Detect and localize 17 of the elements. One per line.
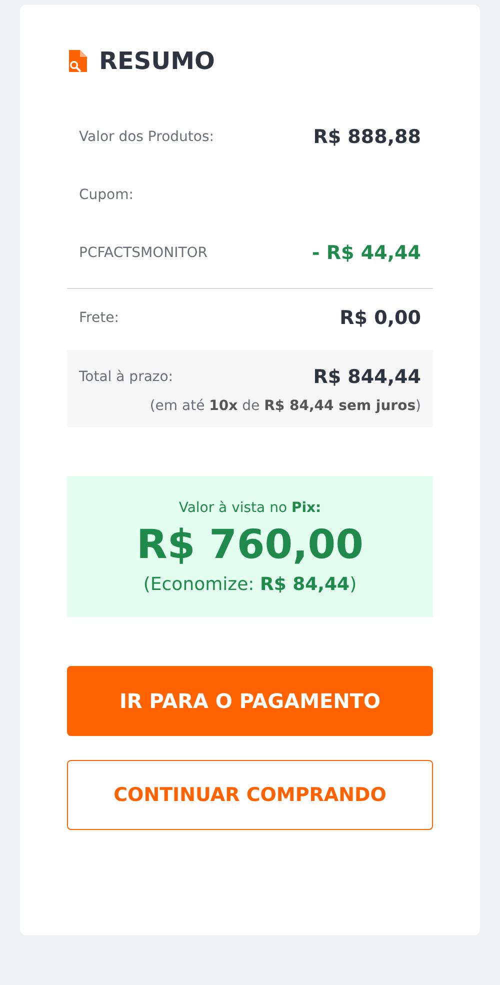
coupon-code: PCFACTSMONITOR bbox=[79, 245, 208, 261]
pix-caption: Valor à vista no Pix: bbox=[178, 500, 322, 516]
summary-title: RESUMO bbox=[99, 47, 215, 75]
total-label: Total à prazo: bbox=[79, 369, 174, 385]
line-label: Frete: bbox=[79, 310, 119, 326]
line-label: Valor dos Produtos: bbox=[79, 129, 214, 145]
total-value: R$ 844,44 bbox=[313, 366, 421, 388]
discount-value: - R$ 44,44 bbox=[312, 242, 421, 264]
pix-amount: R$ 760,00 bbox=[136, 522, 364, 568]
continue-shopping-button[interactable]: CONTINUAR COMPRANDO bbox=[67, 760, 433, 830]
savings-note: (Economize: R$ 84,44) bbox=[142, 574, 358, 595]
payment-button[interactable]: IR PARA O PAGAMENTO bbox=[67, 666, 433, 736]
line-value: R$ 0,00 bbox=[340, 307, 421, 329]
document-search-icon bbox=[67, 50, 87, 72]
line-value: R$ 888,88 bbox=[313, 126, 421, 148]
installment-note: (em até 10x de R$ 84,44 sem juros) bbox=[148, 398, 421, 414]
line-label: Cupom: bbox=[79, 187, 134, 203]
